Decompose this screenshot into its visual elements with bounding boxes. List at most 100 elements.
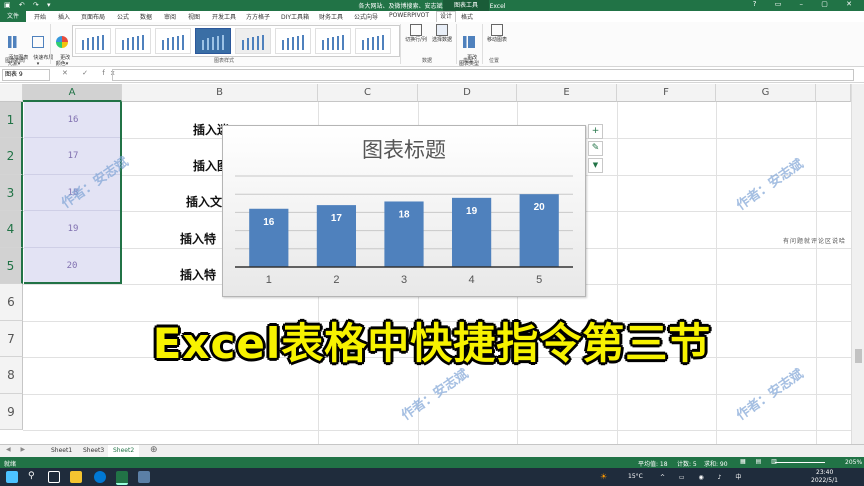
separator <box>400 24 401 64</box>
select-data-button[interactable]: 选择数据 <box>430 24 454 43</box>
column-header-h[interactable] <box>816 84 851 102</box>
chart-category-label: 4 <box>469 274 475 286</box>
column-header-c[interactable]: C <box>318 84 418 102</box>
chart-style-thumb[interactable] <box>235 28 271 54</box>
tab-home[interactable]: 开始 <box>34 12 46 21</box>
chart-style-thumb-selected[interactable] <box>195 28 231 54</box>
row-header-9[interactable]: 9 <box>0 394 23 430</box>
chart-object[interactable]: 图表标题 16 1 17 2 18 3 19 4 20 5 <box>222 125 586 297</box>
status-bar: 就绪 平均值: 18 计数: 5 求和: 90 ▦ ▤ ▥ 205% <box>0 457 864 468</box>
row-header-2[interactable]: 2 <box>0 138 23 175</box>
tab-data[interactable]: 数据 <box>140 12 152 21</box>
gridline <box>617 102 618 444</box>
tab-powerpivot[interactable]: POWERPIVOT <box>389 12 429 19</box>
chart-filter-button[interactable]: ▼ <box>588 158 603 173</box>
tab-fangfang[interactable]: 方方格子 <box>246 12 270 21</box>
tab-design[interactable]: 设计 <box>436 11 457 22</box>
chart-style-thumb[interactable] <box>115 28 151 54</box>
side-note: 有问题就评论区说哈 <box>783 238 847 245</box>
column-header-e[interactable]: E <box>517 84 617 102</box>
chart-category-label: 3 <box>401 274 407 286</box>
separator <box>482 24 483 64</box>
separator <box>50 24 51 64</box>
clock-time: 23:40 <box>816 469 834 476</box>
chart-data-label: 19 <box>466 206 478 217</box>
zoom-slider[interactable] <box>775 462 825 463</box>
chart-style-thumb[interactable] <box>315 28 351 54</box>
chart-style-thumb[interactable] <box>75 28 111 54</box>
weather-icon[interactable]: ☀ <box>600 472 607 481</box>
formula-input[interactable] <box>112 69 854 81</box>
tab-formula-wizard[interactable]: 公式向导 <box>354 12 378 21</box>
gridline <box>816 102 817 444</box>
sheet-tab-sheet1[interactable]: Sheet1 <box>46 445 77 457</box>
change-chart-type-button[interactable]: 更改 图表类型 <box>458 24 480 73</box>
tray-icons[interactable]: ^ ▭ ◉ ♪ 中 <box>660 472 747 481</box>
move-chart-icon <box>491 24 503 36</box>
column-header-f[interactable]: F <box>617 84 716 102</box>
add-sheet-icon[interactable]: ⊕ <box>150 445 158 455</box>
file-explorer-icon[interactable] <box>70 471 82 483</box>
title-bar: ▣ ↶ ↷ ▾ 各大网站、及微博搜索、安志斌先生0018.xlsx - Exce… <box>0 0 864 11</box>
temperature: 15°C <box>628 473 643 480</box>
chart-styles-gallery[interactable] <box>72 25 400 57</box>
row-header-5[interactable]: 5 <box>0 248 23 284</box>
start-icon[interactable] <box>6 471 18 483</box>
gridline <box>716 102 717 444</box>
name-box[interactable]: 图表 9 <box>2 69 50 81</box>
column-header-b[interactable]: B <box>122 84 318 102</box>
tab-developer[interactable]: 开发工具 <box>212 12 236 21</box>
row-header-4[interactable]: 4 <box>0 211 23 248</box>
tab-finance-tools[interactable]: 财务工具 <box>319 12 343 21</box>
column-header-d[interactable]: D <box>418 84 517 102</box>
cell-b5[interactable]: 插入特 <box>180 266 216 283</box>
chart-style-thumb[interactable] <box>275 28 311 54</box>
color-palette-icon <box>56 36 68 48</box>
move-chart-button[interactable]: 移动图表 <box>484 24 510 43</box>
chart-style-thumb[interactable] <box>355 28 391 54</box>
zoom-level[interactable]: 205% <box>845 459 862 466</box>
cell-b4[interactable]: 插入特 <box>180 230 216 247</box>
row-header-3[interactable]: 3 <box>0 175 23 211</box>
search-icon[interactable]: ⚲ <box>28 471 35 481</box>
quick-layout-button[interactable]: 快速布局 ▾ <box>27 24 53 73</box>
tab-file[interactable]: 文件 <box>0 11 26 22</box>
select-all-corner[interactable] <box>0 84 23 102</box>
cell-a4[interactable]: 19 <box>24 211 122 248</box>
quick-layout-icon <box>32 36 44 48</box>
app-icon[interactable] <box>138 471 150 483</box>
tab-view[interactable]: 视图 <box>188 12 200 21</box>
chart-style-thumb[interactable] <box>155 28 191 54</box>
add-element-icon <box>8 36 20 48</box>
tab-formulas[interactable]: 公式 <box>117 12 129 21</box>
row-header-1[interactable]: 1 <box>0 102 23 138</box>
column-header-g[interactable]: G <box>716 84 816 102</box>
excel-taskbar-icon[interactable] <box>116 471 128 485</box>
tab-insert[interactable]: 插入 <box>58 12 70 21</box>
tab-review[interactable]: 审阅 <box>164 12 176 21</box>
sheet-nav-arrows[interactable]: ◀ ▶ <box>6 446 29 453</box>
switch-row-col-button[interactable]: 切换行/列 <box>402 24 430 43</box>
vertical-scrollbar[interactable] <box>851 84 864 444</box>
window-controls[interactable]: ? ▭ – ▢ ✕ <box>753 0 860 8</box>
chart-plot[interactable]: 16 1 17 2 18 3 19 4 20 5 <box>223 126 585 296</box>
sheet-tab-sheet3[interactable]: Sheet3 <box>78 445 109 457</box>
group-label-data: 数据 <box>422 58 433 64</box>
column-header-a[interactable]: A <box>23 84 122 102</box>
chart-styles-button[interactable]: ✎ <box>588 141 603 156</box>
formula-bar: 图表 9 ✕ ✓ fx <box>0 67 864 83</box>
cell-b3[interactable]: 插入文 <box>186 193 222 210</box>
edge-icon[interactable] <box>94 471 106 483</box>
status-average: 平均值: 18 <box>638 461 668 468</box>
add-chart-element-button[interactable]: 添加图表 元素▾ <box>2 24 28 73</box>
cell-a1[interactable]: 16 <box>24 102 122 138</box>
tab-format[interactable]: 格式 <box>461 12 473 21</box>
chart-elements-button[interactable]: + <box>588 124 603 139</box>
group-label-location: 位置 <box>489 58 500 64</box>
tab-diy-toolbox[interactable]: DIY工具箱 <box>281 12 309 21</box>
change-colors-button[interactable]: 更改 颜色▾ <box>53 24 71 73</box>
tab-page-layout[interactable]: 页面布局 <box>81 12 105 21</box>
task-view-icon[interactable] <box>48 471 60 483</box>
change-type-icon <box>463 36 475 48</box>
cell-a5[interactable]: 20 <box>24 248 122 284</box>
